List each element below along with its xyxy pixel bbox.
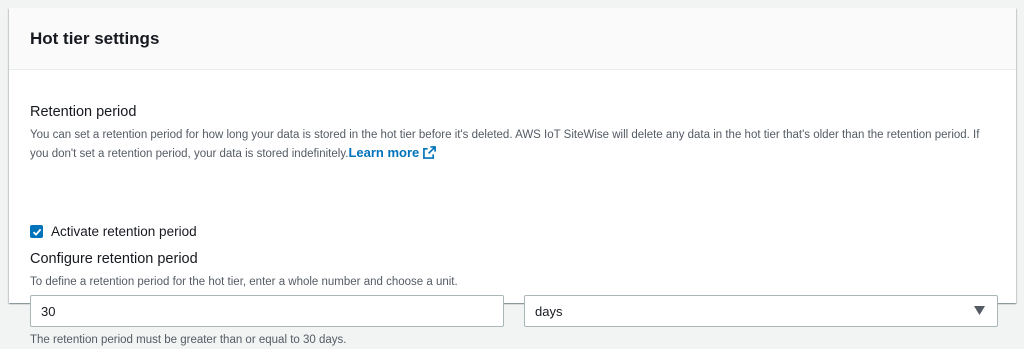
external-link-icon — [423, 146, 437, 159]
activate-retention-checkbox[interactable] — [30, 225, 43, 238]
hot-tier-settings-panel: Hot tier settings Retention period You c… — [9, 8, 1016, 346]
activate-retention-checkbox-row[interactable]: Activate retention period — [30, 224, 197, 239]
panel-header: Hot tier settings — [9, 8, 1016, 70]
caret-down-icon — [974, 306, 985, 315]
retention-value-text: 30 — [41, 303, 56, 319]
configure-retention-description: To define a retention period for the hot… — [30, 276, 458, 288]
learn-more-link[interactable]: Learn more — [348, 145, 437, 160]
retention-unit-selected: days — [535, 303, 563, 319]
configure-retention-heading: Configure retention period — [30, 251, 198, 267]
learn-more-label: Learn more — [348, 145, 420, 160]
retention-unit-select[interactable]: days — [524, 295, 998, 327]
activate-retention-label: Activate retention period — [51, 224, 197, 239]
retention-period-heading: Retention period — [30, 104, 137, 120]
retention-period-description: You can set a retention period for how l… — [30, 126, 990, 163]
retention-constraint-text: The retention period must be greater tha… — [30, 334, 347, 346]
checkmark-icon — [32, 228, 41, 236]
retention-value-input[interactable]: 30 — [30, 295, 504, 327]
panel-title: Hot tier settings — [30, 28, 160, 48]
retention-description-text: You can set a retention period for how l… — [30, 129, 980, 160]
